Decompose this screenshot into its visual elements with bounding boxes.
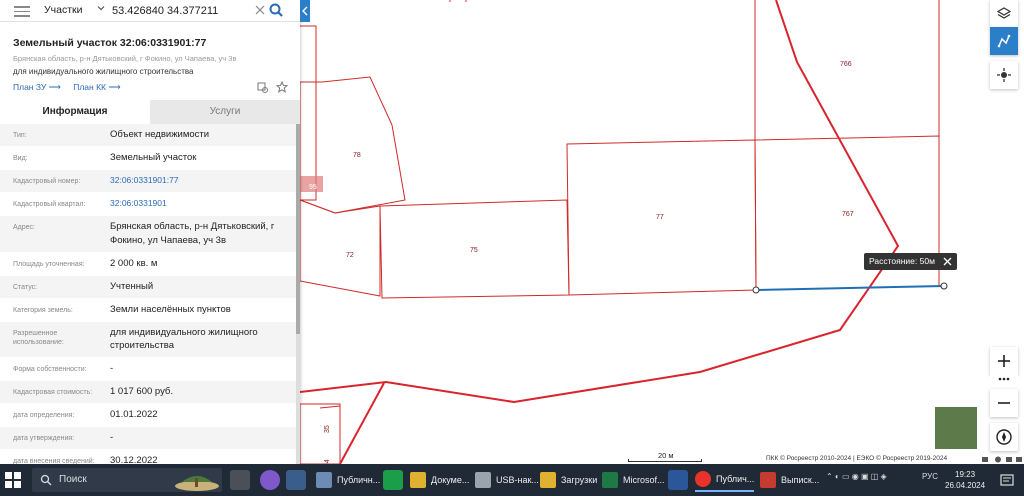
object-title: Земельный участок 32:06:0331901:77 (13, 37, 207, 49)
windows-start-icon[interactable] (4, 471, 22, 489)
taskbar-app[interactable]: Загрузки (540, 468, 597, 492)
layers-button[interactable] (990, 0, 1018, 28)
plan-zu-link[interactable]: План ЗУ ⟶ (13, 82, 61, 92)
taskbar-app[interactable]: Докуме... (410, 468, 469, 492)
crosshair-icon (997, 68, 1011, 82)
app-icon[interactable] (286, 470, 306, 490)
table-row: Площадь уточненная: 2 000 кв. м (0, 253, 296, 276)
parcel-label-78: 78 (353, 152, 361, 159)
measure-tooltip: Расстояние: 50м (864, 253, 957, 270)
zoom-out-button[interactable] (990, 389, 1018, 417)
measure-button[interactable] (990, 27, 1018, 55)
table-row: Вид: Земельный участок (0, 147, 296, 170)
parcel-label-766: 766 (840, 61, 852, 68)
menu-icon[interactable] (12, 3, 32, 19)
search-highlight-icon (175, 476, 219, 491)
star-icon[interactable] (276, 81, 288, 93)
close-icon[interactable] (943, 257, 952, 266)
table-row: Кадастровая стоимость: 1 017 600 руб. (0, 381, 296, 405)
tab-info[interactable]: Информация (0, 100, 150, 124)
minus-icon (998, 402, 1010, 404)
clock-time: 19:23 (955, 470, 976, 479)
viber-icon[interactable] (260, 470, 280, 490)
table-row: Тип: Объект недвижимости (0, 124, 296, 147)
chevron-left-icon (302, 6, 308, 16)
plan-links: План ЗУ ⟶ План КК ⟶ (13, 82, 131, 93)
minimap[interactable] (935, 407, 977, 449)
info-panel: Участки Земельный участок 32:06:0331901:… (0, 0, 300, 464)
cadastral-number-link[interactable]: 32:06:0331901:77 (100, 174, 296, 188)
clock-date: 26.04.2024 (945, 481, 986, 490)
table-row: дата внесения сведений: 30.12.2022 (0, 450, 296, 464)
table-row: дата определения: 01.01.2022 (0, 404, 296, 428)
parcel-label-767: 767 (842, 211, 854, 218)
map-scale: 20 м (628, 451, 702, 462)
collapse-panel-button[interactable] (300, 0, 310, 22)
plan-kk-link[interactable]: План КК ⟶ (73, 82, 120, 92)
clear-icon[interactable] (254, 4, 266, 16)
table-row: Форма собственности: - (0, 358, 296, 382)
compass-icon (996, 429, 1012, 445)
search-icon (40, 474, 52, 486)
word-icon[interactable] (668, 470, 688, 490)
taskbar-app[interactable]: USB-нак... (475, 468, 539, 492)
more-dots-icon (998, 377, 1010, 381)
parcel-label-35: 35 (324, 425, 331, 433)
parcel-label-95: 95 (309, 184, 317, 191)
parcel-label-75: 75 (470, 247, 478, 254)
zoom-more-button[interactable] (990, 368, 1018, 390)
language-indicator[interactable]: РУС (922, 472, 938, 481)
panel-scrollbar[interactable] (296, 124, 300, 464)
search-input[interactable] (112, 3, 252, 19)
task-view-icon[interactable] (230, 470, 250, 490)
map-canvas[interactable]: 766 78 77 767 75 72 35 64 95 (300, 0, 1024, 464)
chevron-down-icon[interactable] (96, 3, 106, 13)
plus-icon (998, 355, 1010, 367)
taskbar-app[interactable]: Публич... (695, 468, 755, 492)
tab-services[interactable]: Услуги (150, 100, 300, 124)
map-parcels: 766 78 77 767 75 72 35 64 95 (300, 0, 948, 464)
info-table: Тип: Объект недвижимости Вид: Земельный уч… (0, 124, 296, 464)
map-copyright: ПКК © Росреестр 2010-2024 | ЕЭКО © Росре… (766, 455, 948, 462)
taskbar-search-text: Поиск (59, 474, 87, 485)
clock[interactable]: 19:23 26.04.2024 (945, 469, 985, 491)
object-usage: для индивидуального жилищного строительс… (13, 67, 194, 76)
taskbar-app[interactable]: Выписк... (760, 468, 819, 492)
taskbar-app[interactable]: Публичн... (316, 468, 380, 492)
locate-button[interactable] (990, 61, 1018, 89)
copy-icon[interactable] (257, 82, 269, 94)
table-row: Статус: Учтенный (0, 275, 296, 299)
ruler-icon (997, 34, 1011, 48)
parcel-label-77: 77 (656, 214, 664, 221)
search-icon[interactable] (268, 2, 284, 18)
table-row: Кадастровый квартал: 32:06:0331901 (0, 193, 296, 216)
table-row: Адрес: Брянская область, р-н Дятьковский,… (0, 216, 296, 253)
tray-icons[interactable]: ⌃ ◐ ▭ ◉ ▣ ◫ ◈ (826, 472, 887, 481)
taskbar-app[interactable]: Microsof... (602, 468, 665, 492)
notification-icon[interactable] (1000, 473, 1014, 487)
map-footer-icons[interactable] (980, 455, 1024, 464)
table-row: Кадастровый номер: 32:06:0331901:77 (0, 170, 296, 193)
layers-icon (997, 7, 1011, 19)
taskbar-search[interactable]: Поиск (32, 468, 222, 492)
app-icon[interactable] (383, 470, 403, 490)
compass-button[interactable] (990, 423, 1018, 451)
cadastral-quarter-link[interactable]: 32:06:0331901 (100, 197, 296, 211)
object-header: Земельный участок 32:06:0331901:77 Брянс… (13, 37, 293, 76)
measure-distance-text: Расстояние: 50м (869, 256, 935, 266)
search-type-select[interactable]: Участки (44, 4, 83, 16)
table-row: Категория земель: Земли населённых пункто… (0, 299, 296, 322)
taskbar: Поиск Публичн... Докуме... USB-нак... За… (0, 464, 1024, 496)
table-row: Разрешенное использование: для индивидуал… (0, 321, 296, 359)
object-address: Брянская область, р-н Дятьковский, г Фок… (13, 54, 237, 63)
table-row: дата утверждения: - (0, 427, 296, 451)
parcel-label-72: 72 (346, 252, 354, 259)
search-bar: Участки (0, 0, 300, 22)
panel-tabs: Информация Услуги (0, 100, 300, 124)
